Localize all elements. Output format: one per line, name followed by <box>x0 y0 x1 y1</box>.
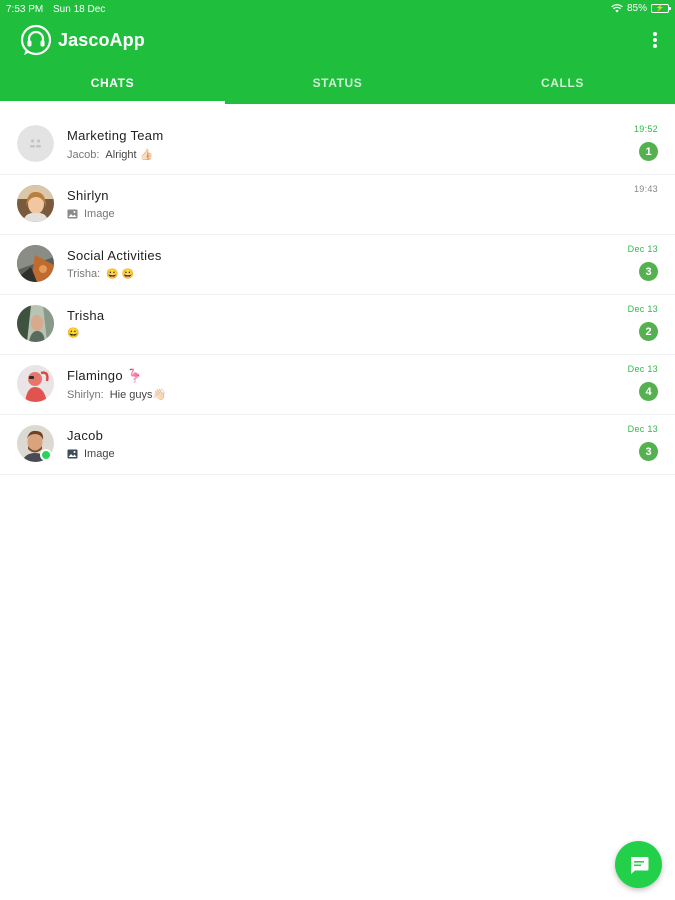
tab-label: CHATS <box>90 76 135 90</box>
chat-preview: Image <box>67 208 115 220</box>
tab-calls[interactable]: CALLS <box>450 64 675 104</box>
chat-name: Social Activities <box>67 248 162 263</box>
chat-row-trisha[interactable]: Trisha 😀 Dec 13 2 <box>0 295 675 355</box>
preview-message: 😀 <box>67 328 80 339</box>
dot-icon <box>653 32 657 36</box>
chat-preview: Image <box>67 448 115 460</box>
group-avatar-icon <box>17 125 54 162</box>
chat-bubble-icon <box>630 856 648 874</box>
active-tab-indicator <box>0 101 225 104</box>
image-icon <box>67 449 78 459</box>
chat-preview: Shirlyn: Hie guys👋🏻 <box>67 388 167 402</box>
battery-percent: 85% <box>626 3 647 14</box>
chat-time: Dec 13 <box>627 364 658 374</box>
avatar <box>17 185 54 222</box>
status-right: 85% ⚡ <box>611 3 671 14</box>
app-header: 7:53 PM Sun 18 Dec 85% ⚡ JascoApp CHATS <box>0 0 675 104</box>
avatar <box>17 245 54 282</box>
online-indicator <box>40 449 52 461</box>
unread-badge: 4 <box>639 382 658 401</box>
chat-row-social-activities[interactable]: Social Activities Trisha: 😀 😀 Dec 13 3 <box>0 235 675 295</box>
preview-sender: Trisha: <box>67 268 101 280</box>
chat-row-marketing-team[interactable]: Marketing Team Jacob: Alright 👍🏻 19:52 1 <box>0 115 675 175</box>
dot-icon <box>653 44 657 48</box>
chat-name: Marketing Team <box>67 128 164 143</box>
chat-name: Jacob <box>67 428 104 443</box>
chat-time: 19:52 <box>633 124 658 134</box>
new-chat-button[interactable] <box>615 841 662 888</box>
chat-row-flamingo[interactable]: Flamingo 🦩 Shirlyn: Hie guys👋🏻 Dec 13 4 <box>0 355 675 415</box>
preview-sender: Shirlyn: <box>67 388 104 401</box>
dot-icon <box>653 38 657 42</box>
image-icon <box>67 209 78 219</box>
profile-photo <box>17 245 54 282</box>
more-options-button[interactable] <box>649 30 661 50</box>
profile-photo <box>17 185 54 222</box>
status-date: Sun 18 Dec <box>53 4 106 15</box>
preview-message: Image <box>84 208 115 220</box>
chat-preview: 😀 <box>67 328 79 339</box>
wifi-icon <box>611 4 623 13</box>
chat-name: Flamingo 🦩 <box>67 368 144 383</box>
unread-badge: 1 <box>639 142 658 161</box>
chat-time: Dec 13 <box>627 244 658 254</box>
chat-preview: Trisha: 😀 😀 <box>67 268 134 280</box>
unread-badge: 3 <box>639 262 658 281</box>
profile-photo <box>17 305 54 342</box>
preview-message: Hie guys👋🏻 <box>109 389 167 401</box>
tab-label: STATUS <box>312 76 363 90</box>
tab-label: CALLS <box>541 76 584 90</box>
chat-list: Marketing Team Jacob: Alright 👍🏻 19:52 1… <box>0 115 675 475</box>
avatar <box>17 305 54 342</box>
profile-photo <box>17 365 54 402</box>
chat-time: Dec 13 <box>627 424 658 434</box>
tab-status[interactable]: STATUS <box>225 64 450 104</box>
battery-icon: ⚡ <box>651 4 671 13</box>
preview-sender: Jacob: <box>67 148 100 161</box>
preview-message: Image <box>84 448 115 460</box>
preview-message: 😀 😀 <box>106 268 134 280</box>
app-title: JascoApp <box>58 30 145 50</box>
chat-name: Trisha <box>67 308 105 323</box>
chat-preview: Jacob: Alright 👍🏻 <box>67 148 154 162</box>
app-logo-icon <box>20 24 52 56</box>
avatar <box>17 365 54 402</box>
avatar <box>17 125 54 162</box>
chat-time: Dec 13 <box>627 304 658 314</box>
status-bar: 7:53 PM Sun 18 Dec 85% ⚡ <box>0 0 675 18</box>
preview-message: Alright 👍🏻 <box>105 149 154 161</box>
chat-row-shirlyn[interactable]: Shirlyn Image 19:43 <box>0 175 675 235</box>
status-time: 7:53 PM <box>6 4 44 15</box>
unread-badge: 3 <box>639 442 658 461</box>
chat-name: Shirlyn <box>67 188 109 203</box>
unread-badge: 2 <box>639 322 658 341</box>
tab-chats[interactable]: CHATS <box>0 64 225 104</box>
tab-bar: CHATS STATUS CALLS <box>0 64 675 104</box>
chat-row-jacob[interactable]: Jacob Image Dec 13 3 <box>0 415 675 475</box>
chat-time: 19:43 <box>633 184 658 194</box>
